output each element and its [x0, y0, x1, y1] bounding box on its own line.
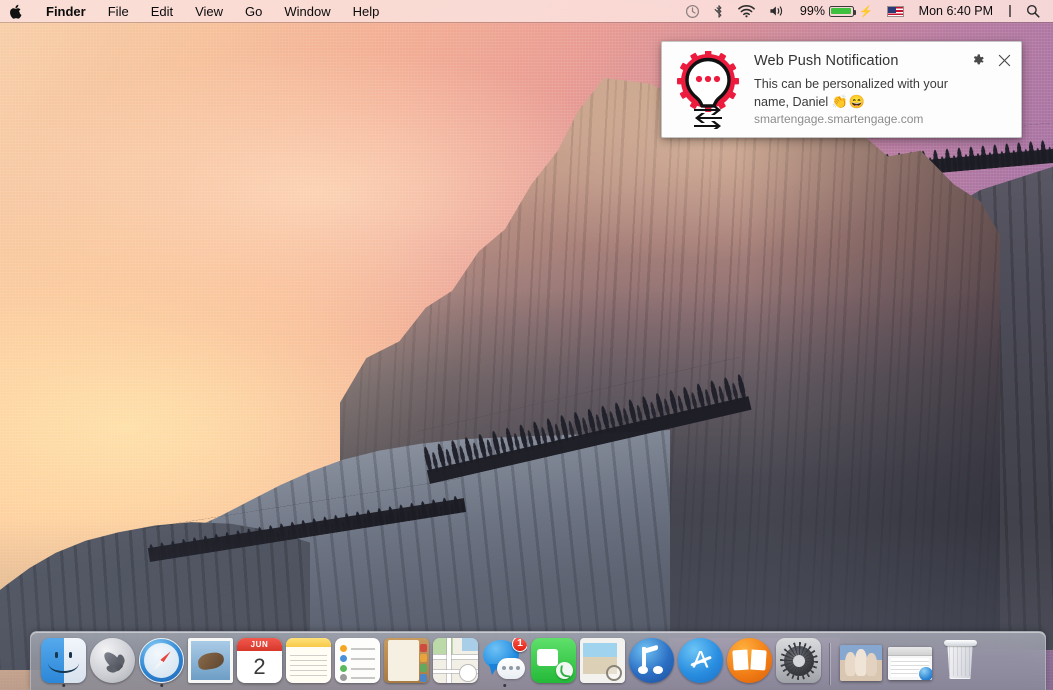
- dock-item-mail[interactable]: [186, 637, 235, 687]
- dock-item-app-store[interactable]: A: [676, 637, 725, 687]
- menu-item-file[interactable]: File: [97, 0, 140, 22]
- wifi-icon[interactable]: [731, 0, 762, 22]
- dock[interactable]: JUN 2 1: [30, 631, 1046, 690]
- dock-item-launchpad[interactable]: [88, 637, 137, 687]
- menu-item-view[interactable]: View: [184, 0, 234, 22]
- messages-unread-badge: 1: [512, 638, 527, 652]
- menu-bar-left: Finder File Edit View Go Window Help: [0, 0, 390, 22]
- menu-item-window[interactable]: Window: [273, 0, 341, 22]
- battery-icon[interactable]: ⚡: [828, 0, 880, 22]
- apple-menu[interactable]: [0, 0, 35, 22]
- dock-item-reminders[interactable]: [333, 637, 382, 687]
- dock-item-photos[interactable]: [578, 637, 627, 687]
- messages-icon: 1: [482, 638, 527, 683]
- battery-charging-icon: ⚡: [858, 5, 873, 18]
- dock-item-contacts[interactable]: [382, 637, 431, 687]
- running-indicator: [502, 683, 507, 687]
- web-push-notification-banner[interactable]: Web Push Notification This can be person…: [661, 41, 1022, 138]
- notification-center-icon[interactable]: [1001, 0, 1019, 22]
- smartengage-lightbulb-gear-icon: [677, 51, 739, 129]
- dock-item-finder[interactable]: [39, 637, 88, 687]
- safari-compass-icon: [139, 638, 184, 683]
- notification-close-icon[interactable]: [998, 54, 1011, 67]
- maps-icon: [433, 638, 478, 683]
- dock-item-facetime[interactable]: [529, 637, 578, 687]
- battery-percent-label[interactable]: 99%: [793, 4, 829, 18]
- notification-app-icon: [662, 42, 754, 137]
- notification-message: This can be personalized with your name,…: [754, 76, 986, 111]
- apple-logo-icon: [10, 4, 22, 19]
- minimized-photo-window-thumb: [839, 645, 882, 681]
- minimized-safari-window-thumb: [887, 647, 932, 680]
- menu-item-go[interactable]: Go: [234, 0, 273, 22]
- menu-bar-clock[interactable]: Mon 6:40 PM: [911, 4, 1001, 18]
- dock-item-itunes[interactable]: [627, 637, 676, 687]
- running-indicator: [61, 683, 66, 687]
- trash-icon: [938, 638, 983, 683]
- running-indicator: [159, 683, 164, 687]
- app-store-icon: A: [678, 638, 723, 683]
- reminders-icon: [335, 638, 380, 683]
- finder-icon: [41, 638, 86, 683]
- menu-bar: Finder File Edit View Go Window Help 99%…: [0, 0, 1053, 22]
- notification-message-line2: Daniel: [792, 95, 829, 109]
- menu-app-name[interactable]: Finder: [35, 0, 97, 22]
- calendar-month: JUN: [237, 638, 282, 651]
- notification-actions: [971, 53, 1011, 67]
- dock-item-trash[interactable]: [934, 637, 986, 687]
- launchpad-icon: [90, 638, 135, 683]
- facetime-icon: [531, 638, 576, 683]
- bluetooth-icon[interactable]: [707, 0, 731, 22]
- mail-stamp-icon: [188, 638, 233, 683]
- time-machine-icon[interactable]: [678, 0, 707, 22]
- notes-icon: [286, 638, 331, 683]
- photos-icon: [580, 638, 625, 683]
- menu-item-edit[interactable]: Edit: [140, 0, 184, 22]
- itunes-icon: [629, 638, 674, 683]
- menu-bar-status-area: 99% ⚡ Mon 6:40 PM: [678, 0, 1053, 22]
- ibooks-icon: [727, 638, 772, 683]
- dock-minimized-photo-window[interactable]: [836, 637, 885, 687]
- notification-settings-gear-icon[interactable]: [971, 53, 985, 67]
- dock-item-notes[interactable]: [284, 637, 333, 687]
- dock-minimized-safari-window[interactable]: [885, 637, 934, 687]
- dock-item-safari[interactable]: [137, 637, 186, 687]
- dock-separator: [823, 641, 836, 687]
- volume-icon[interactable]: [762, 0, 793, 22]
- notification-body: Web Push Notification This can be person…: [754, 42, 1021, 137]
- dock-item-calendar[interactable]: JUN 2: [235, 637, 284, 687]
- notification-source-url: smartengage.smartengage.com: [754, 112, 924, 126]
- calendar-icon: JUN 2: [237, 638, 282, 683]
- spotlight-search-icon[interactable]: [1019, 0, 1047, 22]
- notification-emoji: 👏😄: [831, 94, 867, 109]
- dock-item-messages[interactable]: 1: [480, 637, 529, 687]
- dock-item-system-preferences[interactable]: [774, 637, 823, 687]
- calendar-day: 2: [253, 654, 266, 679]
- dock-item-ibooks[interactable]: [725, 637, 774, 687]
- dock-item-maps[interactable]: [431, 637, 480, 687]
- system-preferences-gear-icon: [776, 638, 821, 683]
- input-menu-flag-icon[interactable]: [880, 0, 911, 22]
- contacts-icon: [384, 638, 429, 683]
- menu-item-help[interactable]: Help: [342, 0, 391, 22]
